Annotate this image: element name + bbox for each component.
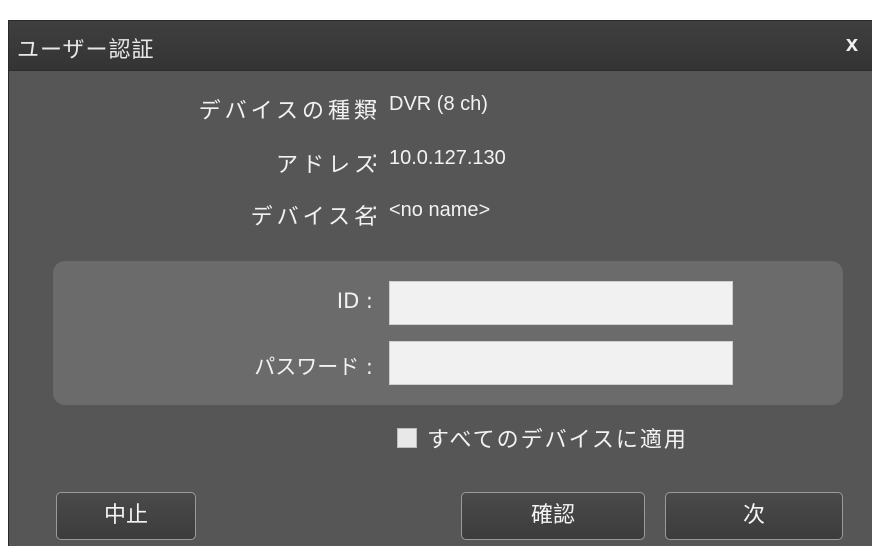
device-type-value: DVR (8 ch) bbox=[389, 93, 488, 115]
device-type-row: デバイスの種類 : DVR (8 ch) bbox=[9, 93, 872, 125]
address-row: アドレス : 10.0.127.130 bbox=[9, 147, 872, 179]
address-label: アドレス bbox=[275, 153, 380, 178]
device-type-label: デバイスの種類 bbox=[198, 99, 380, 124]
next-button[interactable]: 次 bbox=[665, 492, 843, 540]
device-name-row: デバイス名 : <no name> bbox=[9, 199, 872, 231]
cancel-button[interactable]: 中止 bbox=[56, 492, 196, 540]
device-name-separator: : bbox=[371, 199, 379, 224]
device-name-label: デバイス名 bbox=[250, 205, 380, 230]
close-icon[interactable]: x bbox=[840, 31, 864, 59]
password-input[interactable] bbox=[389, 341, 733, 385]
apply-all-option[interactable]: すべてのデバイスに適用 bbox=[397, 423, 688, 453]
confirm-button[interactable]: 確認 bbox=[461, 492, 645, 540]
apply-all-label: すべてのデバイスに適用 bbox=[427, 428, 688, 453]
user-auth-dialog: ユーザー認証 x デバイスの種類 : DVR (8 ch) アドレス : 10.… bbox=[8, 20, 872, 546]
device-name-value: <no name> bbox=[389, 199, 491, 221]
password-label: パスワード : bbox=[254, 355, 373, 379]
address-value: 10.0.127.130 bbox=[389, 147, 506, 169]
title-bar: ユーザー認証 x bbox=[9, 21, 872, 71]
id-input[interactable] bbox=[389, 281, 733, 325]
credentials-panel: ID : パスワード : bbox=[53, 261, 843, 405]
dialog-title: ユーザー認証 bbox=[17, 38, 155, 63]
id-label: ID : bbox=[336, 289, 373, 313]
address-separator: : bbox=[371, 147, 379, 172]
device-type-separator: : bbox=[371, 93, 379, 118]
apply-all-checkbox[interactable] bbox=[397, 428, 417, 448]
